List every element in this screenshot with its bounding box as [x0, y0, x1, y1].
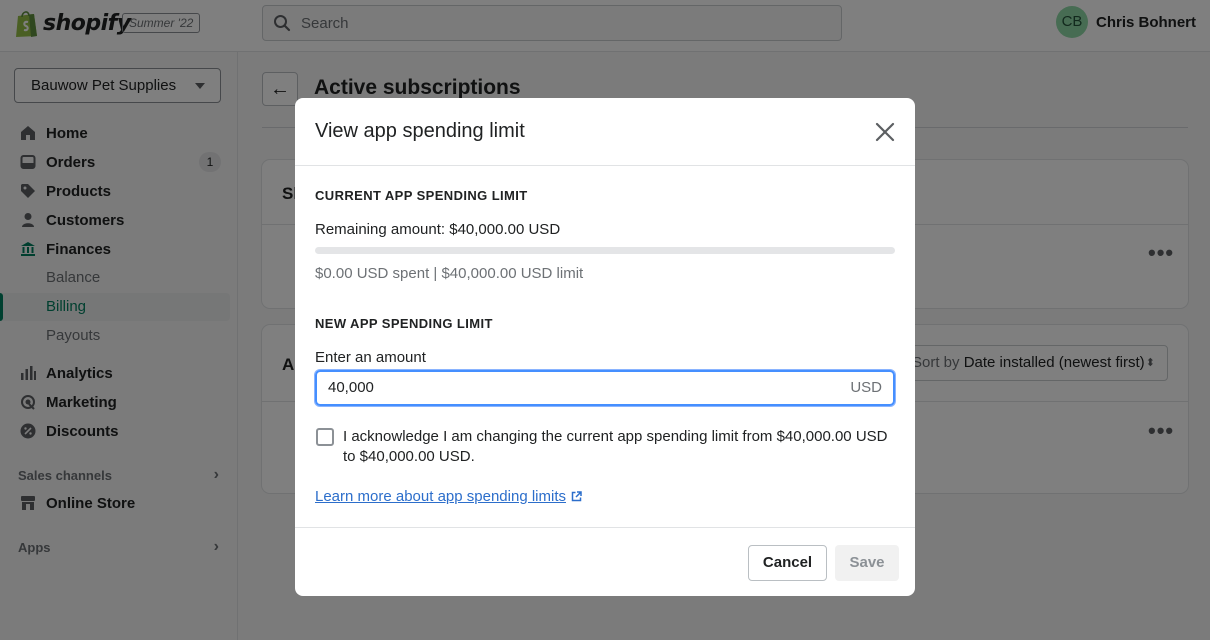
modal-footer: Cancel Save: [295, 527, 915, 596]
amount-field[interactable]: 40,000 USD: [315, 370, 895, 406]
learn-more-link[interactable]: Learn more about app spending limits: [315, 488, 582, 505]
current-limit-heading: CURRENT APP SPENDING LIMIT: [315, 188, 528, 203]
spent-summary: $0.00 USD spent | $40,000.00 USD limit: [315, 265, 584, 282]
amount-value: 40,000: [328, 379, 374, 396]
modal-header: View app spending limit: [295, 98, 915, 166]
spending-limit-modal: View app spending limit CURRENT APP SPEN…: [295, 98, 915, 596]
acknowledge-checkbox[interactable]: [316, 428, 334, 446]
amount-label: Enter an amount: [315, 349, 426, 366]
external-link-icon: [571, 491, 582, 502]
currency-suffix: USD: [850, 379, 882, 396]
spending-progress-bar: [315, 247, 895, 254]
close-icon[interactable]: [873, 120, 897, 144]
acknowledge-label[interactable]: I acknowledge I am changing the current …: [343, 427, 903, 467]
cancel-button[interactable]: Cancel: [748, 545, 827, 581]
learn-more-text: Learn more about app spending limits: [315, 488, 566, 505]
new-limit-heading: NEW APP SPENDING LIMIT: [315, 316, 493, 331]
save-button[interactable]: Save: [835, 545, 899, 581]
modal-title: View app spending limit: [315, 120, 525, 142]
remaining-amount: Remaining amount: $40,000.00 USD: [315, 221, 561, 238]
